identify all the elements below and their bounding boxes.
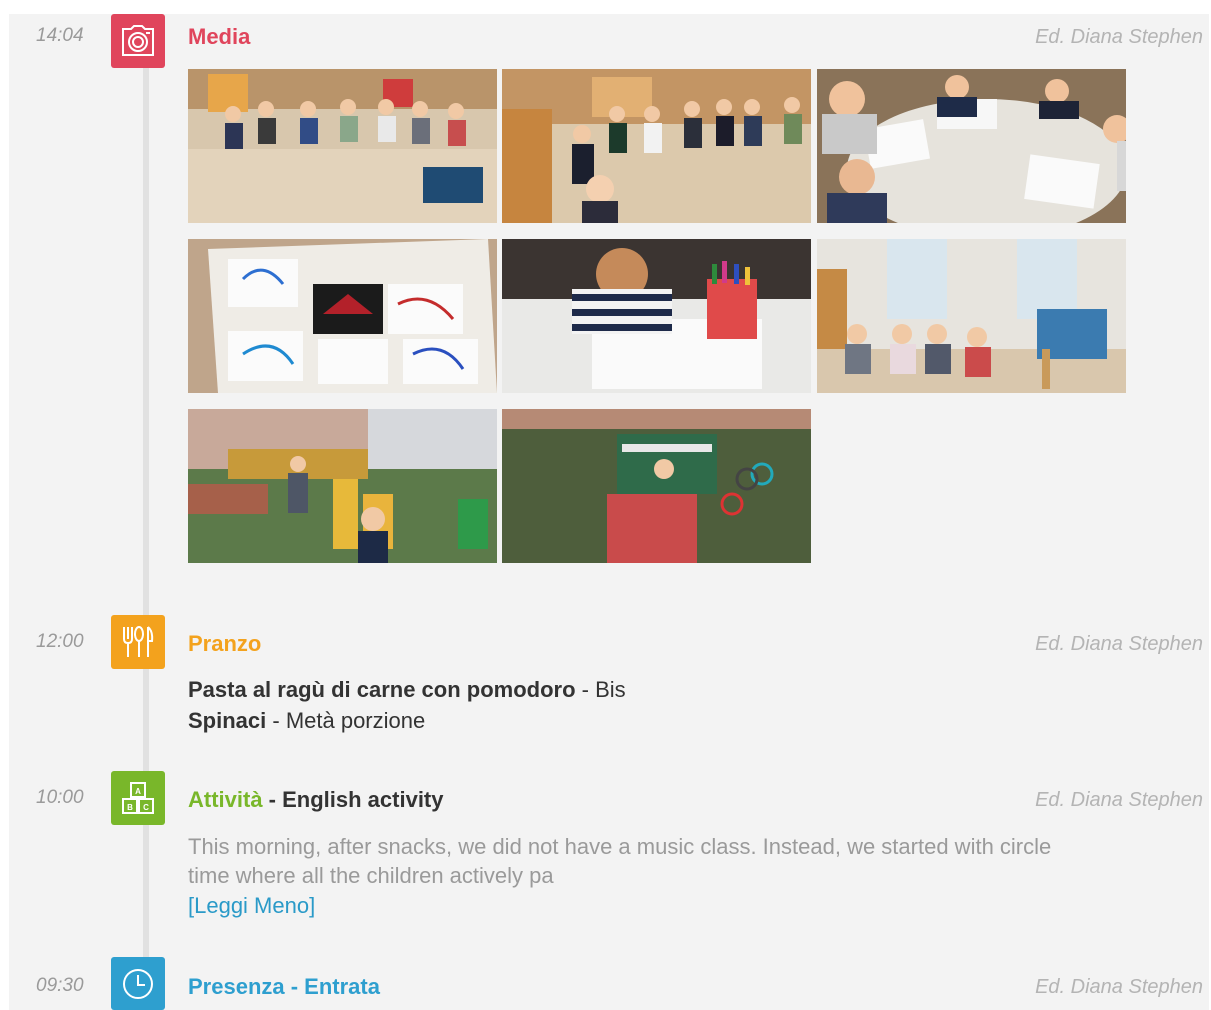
photo-thumbnail-6[interactable]	[817, 239, 1126, 393]
separator: -	[266, 708, 286, 733]
read-less-link[interactable]: [Leggi Meno]	[188, 893, 315, 919]
portion: Bis	[595, 677, 626, 702]
portion: Metà porzione	[285, 708, 426, 733]
svg-text:B: B	[127, 803, 133, 812]
camera-icon	[111, 14, 165, 68]
description-line: This morning, after snacks, we did not h…	[188, 834, 1052, 859]
photo-thumbnail-3[interactable]	[817, 69, 1126, 223]
photo-thumbnail-2[interactable]	[502, 69, 811, 223]
entry-title: Attività	[188, 787, 263, 812]
dish-name: Pasta al ragù di carne con pomodoro	[188, 677, 576, 702]
entry-title: Pranzo	[188, 631, 262, 656]
timeline-line	[143, 54, 149, 994]
entry-time: 12:00	[36, 631, 84, 652]
entry-title: Presenza - Entrata	[188, 974, 380, 999]
entry-time: 14:04	[36, 25, 84, 46]
photo-thumbnail-7[interactable]	[188, 409, 497, 563]
entry-title-group: Attività - English activity	[188, 787, 444, 813]
entry-title: Media	[188, 24, 251, 49]
photo-thumbnail-8[interactable]	[502, 409, 811, 563]
photo-thumbnail-4[interactable]	[188, 239, 497, 393]
description-line: time where all the children actively pa	[188, 863, 554, 888]
clock-icon	[111, 957, 165, 1010]
separator: -	[575, 677, 596, 702]
svg-text:A: A	[135, 787, 141, 796]
activity-description: This morning, after snacks, we did not h…	[188, 832, 1188, 890]
entry-subtitle: - English activity	[262, 787, 444, 812]
utensils-icon	[111, 615, 165, 669]
photo-thumbnail-1[interactable]	[188, 69, 497, 223]
entry-time: 10:00	[36, 787, 84, 808]
abc-blocks-icon: A B C	[111, 771, 165, 825]
svg-text:C: C	[143, 803, 149, 812]
dish-name: Spinaci	[188, 708, 267, 733]
entry-author: Ed. Diana Stephen	[1035, 789, 1203, 811]
entry-author: Ed. Diana Stephen	[1035, 976, 1203, 998]
entry-author: Ed. Diana Stephen	[1035, 633, 1203, 655]
timeline-panel: 14:04 Media Ed. Diana Stephen 12:00 Pran…	[9, 14, 1209, 1010]
menu-item: Pasta al ragù di carne con pomodoro - Bi…	[188, 677, 626, 703]
entry-time: 09:30	[36, 975, 84, 996]
entry-author: Ed. Diana Stephen	[1035, 26, 1203, 48]
photo-thumbnail-5[interactable]	[502, 239, 811, 393]
menu-item: Spinaci - Metà porzione	[188, 708, 425, 734]
